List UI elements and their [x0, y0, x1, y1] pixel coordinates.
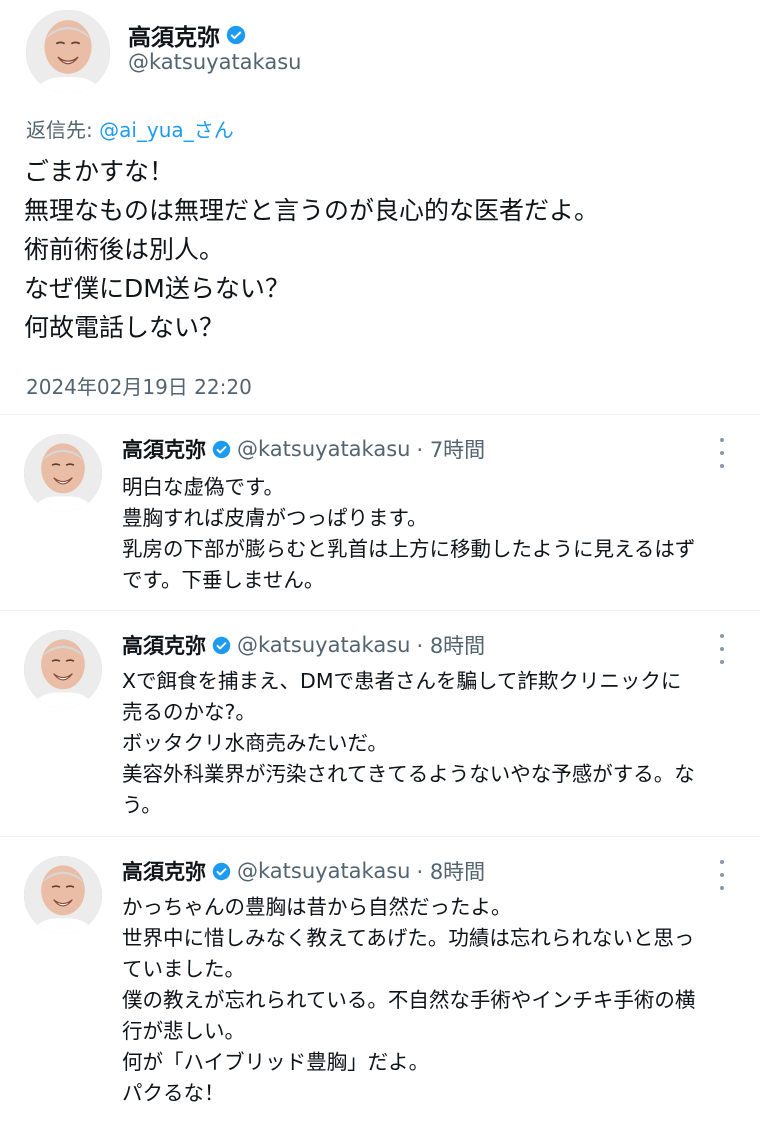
verified-badge-icon	[226, 25, 246, 45]
tweet-line: 世界中に惜しみなく教えてあげた。功績は忘れられないと思っ	[122, 926, 695, 950]
tweet-line: 売るのかな?。	[122, 700, 256, 724]
tweet-line: ていました。	[122, 957, 245, 981]
tweet-line: 行が悲しい。	[122, 1019, 245, 1043]
relative-time[interactable]: · 8時間	[416, 856, 485, 886]
author-handle[interactable]: @katsuyatakasu	[237, 859, 410, 883]
author-name[interactable]: 高須克弥	[122, 856, 206, 886]
relative-time[interactable]: · 7時間	[416, 434, 485, 464]
tweet-line: 美容外科業界が汚染されてきてるようないやな予感がする。な	[122, 762, 695, 786]
tweet-line: なぜ僕にDM送らない？	[24, 274, 290, 303]
author-handle[interactable]: @katsuyatakasu	[237, 633, 410, 657]
author-name[interactable]: 高須克弥	[128, 18, 220, 52]
more-options-icon[interactable]	[712, 634, 732, 664]
more-options-icon[interactable]	[712, 438, 732, 468]
tweet-line: 何故電話しない？	[24, 313, 225, 342]
tweet-line: Xで餌食を捕まえ、DMで患者さんを騙して詐欺クリニックに	[122, 669, 682, 693]
main-tweet-author-name[interactable]: 高須克弥	[128, 18, 246, 52]
tweet-line: 僕の教えが忘れられている。不自然な手術やインチキ手術の横	[122, 988, 696, 1012]
reply-text: 明白な虚偽です。 豊胸すれば皮膚がつっぱります。 乳房の下部が膨らむと乳首は上方…	[122, 472, 695, 596]
more-options-icon[interactable]	[712, 860, 732, 890]
relative-time[interactable]: · 8時間	[416, 630, 485, 660]
main-tweet-avatar[interactable]	[26, 10, 110, 94]
reply-header: 高須克弥 @katsuyatakasu · 8時間	[122, 630, 485, 660]
tweet-line: ボッタクリ水商売みたいだ。	[122, 731, 388, 755]
tweet-line: パクるな！	[122, 1081, 225, 1105]
tweet-line: 無理なものは無理だと言うのが良心的な医者だよ。	[24, 196, 600, 225]
reply-text: かっちゃんの豊胸は昔から自然だったよ。 世界中に惜しみなく教えてあげた。功績は忘…	[122, 892, 695, 1109]
reply-header: 高須克弥 @katsuyatakasu · 7時間	[122, 434, 485, 464]
reply-tweet[interactable]: 高須克弥 @katsuyatakasu · 8時間 Xで餌食を捕まえ、DMで患者…	[0, 610, 760, 836]
reply-avatar[interactable]	[24, 434, 102, 512]
tweet-line: ごまかすな！	[24, 157, 175, 186]
main-tweet-handle[interactable]: @katsuyatakasu	[128, 50, 301, 74]
author-handle[interactable]: @katsuyatakasu	[237, 437, 410, 461]
tweet-line: 乳房の下部が膨らむと乳首は上方に移動したように見えるはず	[122, 537, 696, 561]
verified-badge-icon	[212, 862, 231, 881]
verified-badge-icon	[212, 440, 231, 459]
reply-header: 高須克弥 @katsuyatakasu · 8時間	[122, 856, 485, 886]
reply-to-line: 返信先: @ai_yua_さん	[26, 114, 234, 143]
reply-tweet[interactable]: 高須克弥 @katsuyatakasu · 7時間 明白な虚偽です。 豊胸すれば…	[0, 414, 760, 610]
tweet-line: 明白な虚偽です。	[122, 475, 284, 499]
reply-avatar[interactable]	[24, 856, 102, 934]
author-name[interactable]: 高須克弥	[122, 630, 206, 660]
tweet-line: 何が「ハイブリッド豊胸」だよ。	[122, 1050, 430, 1074]
author-name[interactable]: 高須克弥	[122, 434, 206, 464]
reply-to-label: 返信先:	[26, 118, 100, 142]
tweet-timestamp[interactable]: 2024年02月19日 22:20	[26, 371, 252, 400]
reply-text: Xで餌食を捕まえ、DMで患者さんを騙して詐欺クリニックに 売るのかな?。 ボッタ…	[122, 666, 695, 821]
tweet-line: 術前術後は別人。	[24, 235, 225, 264]
tweet-line: 豊胸すれば皮膚がつっぱります。	[122, 506, 428, 530]
reply-to-mention-link[interactable]: @ai_yua_さん	[99, 118, 234, 142]
verified-badge-icon	[212, 636, 231, 655]
tweet-line: です。下垂しません。	[122, 568, 325, 592]
reply-tweet[interactable]: 高須克弥 @katsuyatakasu · 8時間 かっちゃんの豊胸は昔から自然…	[0, 836, 760, 1122]
tweet-line: かっちゃんの豊胸は昔から自然だったよ。	[122, 895, 512, 919]
reply-avatar[interactable]	[24, 630, 102, 708]
main-tweet-text: ごまかすな！ 無理なものは無理だと言うのが良心的な医者だよ。 術前術後は別人。 …	[24, 152, 599, 347]
tweet-line: う。	[122, 793, 162, 817]
